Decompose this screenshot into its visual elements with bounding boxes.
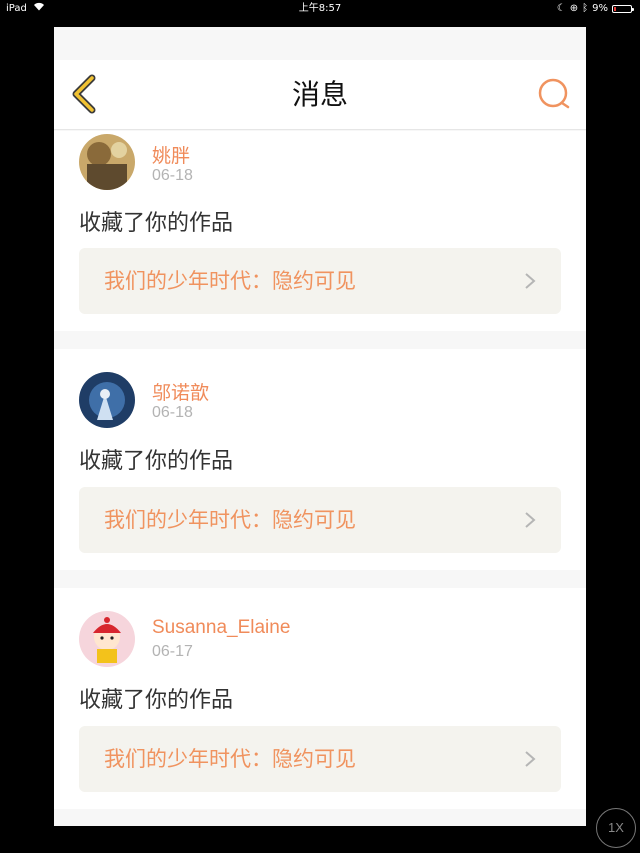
work-link[interactable]: 我们的少年时代：隐约可见: [79, 726, 561, 792]
top-strip: [54, 27, 586, 60]
chevron-right-icon: [525, 512, 536, 528]
message-date: 06-18: [152, 404, 193, 421]
user-name[interactable]: 邬诺歆: [152, 378, 209, 405]
clock: 上午8:57: [298, 3, 342, 14]
nav-bar: 消息: [54, 60, 586, 130]
moon-icon: ☾: [556, 3, 566, 14]
chevron-right-icon: [525, 273, 536, 289]
message-list: 姚胖 06-18 收藏了你的作品 我们的少年时代：隐约可见 邬诺歆 06-18 …: [54, 131, 586, 826]
message-card: Susanna_Elaine 06-17 收藏了你的作品 我们的少年时代：隐约可…: [54, 588, 586, 809]
user-name[interactable]: Susanna_Elaine: [152, 617, 290, 639]
message-card: 姚胖 06-18 收藏了你的作品 我们的少年时代：隐约可见: [54, 131, 586, 331]
app-window: 消息 姚胖 06-18 收藏了你的作品 我们的少年时代：隐约可见 邬诺歆 06-…: [54, 27, 586, 826]
message-date: 06-17: [152, 643, 193, 660]
work-title: 我们的少年时代：隐约可见: [104, 747, 356, 771]
message-action: 收藏了你的作品: [79, 211, 234, 236]
avatar[interactable]: [79, 134, 135, 190]
user-name[interactable]: 姚胖: [152, 141, 190, 168]
chevron-right-icon: [525, 751, 536, 767]
divider: [54, 570, 586, 588]
search-button[interactable]: [536, 76, 572, 112]
work-link[interactable]: 我们的少年时代：隐约可见: [79, 487, 561, 553]
work-title: 我们的少年时代：隐约可见: [104, 269, 356, 293]
search-icon: [538, 78, 570, 109]
message-card: 邬诺歆 06-18 收藏了你的作品 我们的少年时代：隐约可见: [54, 349, 586, 570]
avatar[interactable]: [79, 372, 135, 428]
message-date: 06-18: [152, 167, 193, 184]
battery-icon: [612, 5, 634, 13]
battery-percent: 9%: [592, 3, 608, 14]
page-title: 消息: [291, 78, 348, 111]
divider: [54, 331, 586, 349]
avatar[interactable]: [79, 611, 135, 667]
lock-rotation-icon: ⊕: [569, 3, 579, 14]
work-title: 我们的少年时代：隐约可见: [104, 508, 356, 532]
work-link[interactable]: 我们的少年时代：隐约可见: [79, 248, 561, 314]
status-bar: iPad 上午8:57 ☾ ⊕ ᛒ 9%: [0, 0, 640, 18]
message-action: 收藏了你的作品: [79, 688, 234, 713]
divider: [54, 809, 586, 826]
bluetooth-icon: ᛒ: [582, 3, 589, 14]
zoom-button[interactable]: 1X: [596, 808, 636, 848]
message-action: 收藏了你的作品: [79, 449, 234, 474]
